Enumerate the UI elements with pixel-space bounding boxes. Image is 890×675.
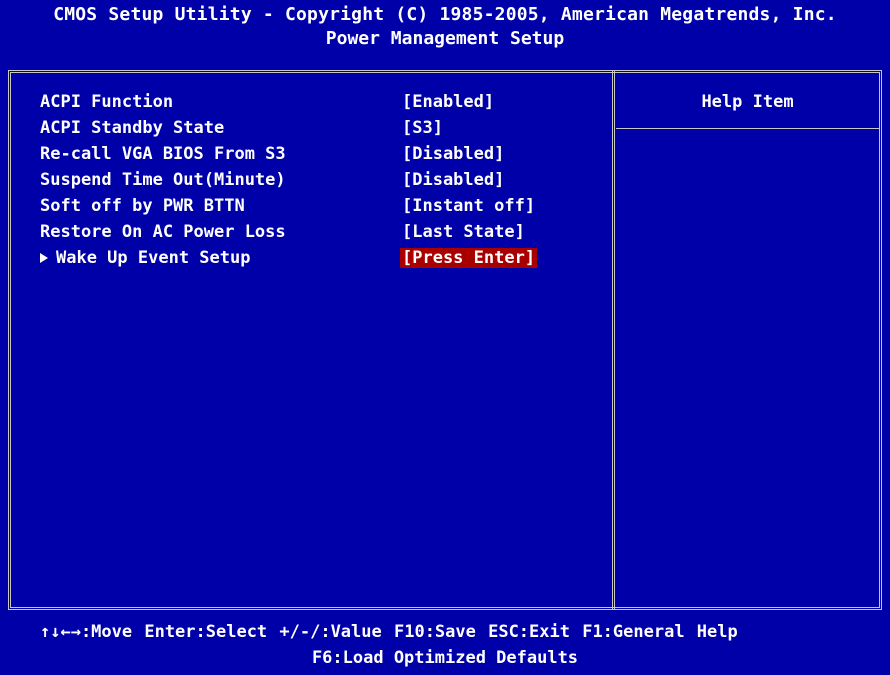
setting-value[interactable]: [Enabled]: [400, 92, 496, 112]
setting-value[interactable]: [Disabled]: [400, 170, 506, 190]
setting-label: Wake Up Event Setup: [40, 248, 250, 268]
key-help-line1: ↑↓←→:Move Enter:Select +/-/:Value F10:Sa…: [40, 622, 738, 642]
setting-label: ACPI Function: [40, 92, 174, 112]
setting-label: Soft off by PWR BTTN: [40, 196, 245, 216]
setting-value[interactable]: [Last State]: [400, 222, 527, 242]
press-enter-value[interactable]: [Press Enter]: [400, 248, 538, 268]
setting-label: Suspend Time Out(Minute): [40, 170, 286, 190]
utility-title: CMOS Setup Utility - Copyright (C) 1985-…: [53, 4, 837, 25]
panel-divider: [612, 70, 615, 610]
submenu-arrow-icon: [40, 253, 48, 263]
setting-label: Restore On AC Power Loss: [40, 222, 286, 242]
page-title: Power Management Setup: [325, 28, 565, 49]
setting-label: Re-call VGA BIOS From S3: [40, 144, 286, 164]
setting-label: ACPI Standby State: [40, 118, 225, 138]
key-help-line2: F6:Load Optimized Defaults: [311, 648, 579, 668]
bios-screen: CMOS Setup Utility - Copyright (C) 1985-…: [0, 0, 890, 675]
title-bar: CMOS Setup Utility - Copyright (C) 1985-…: [0, 0, 890, 68]
setting-value[interactable]: [Instant off]: [400, 196, 537, 216]
setting-value[interactable]: [Disabled]: [400, 144, 506, 164]
submenu-label-text: Wake Up Event Setup: [56, 248, 251, 268]
help-item-title: Help Item: [701, 92, 794, 112]
help-separator: [616, 128, 879, 129]
setting-value[interactable]: [S3]: [400, 118, 445, 138]
